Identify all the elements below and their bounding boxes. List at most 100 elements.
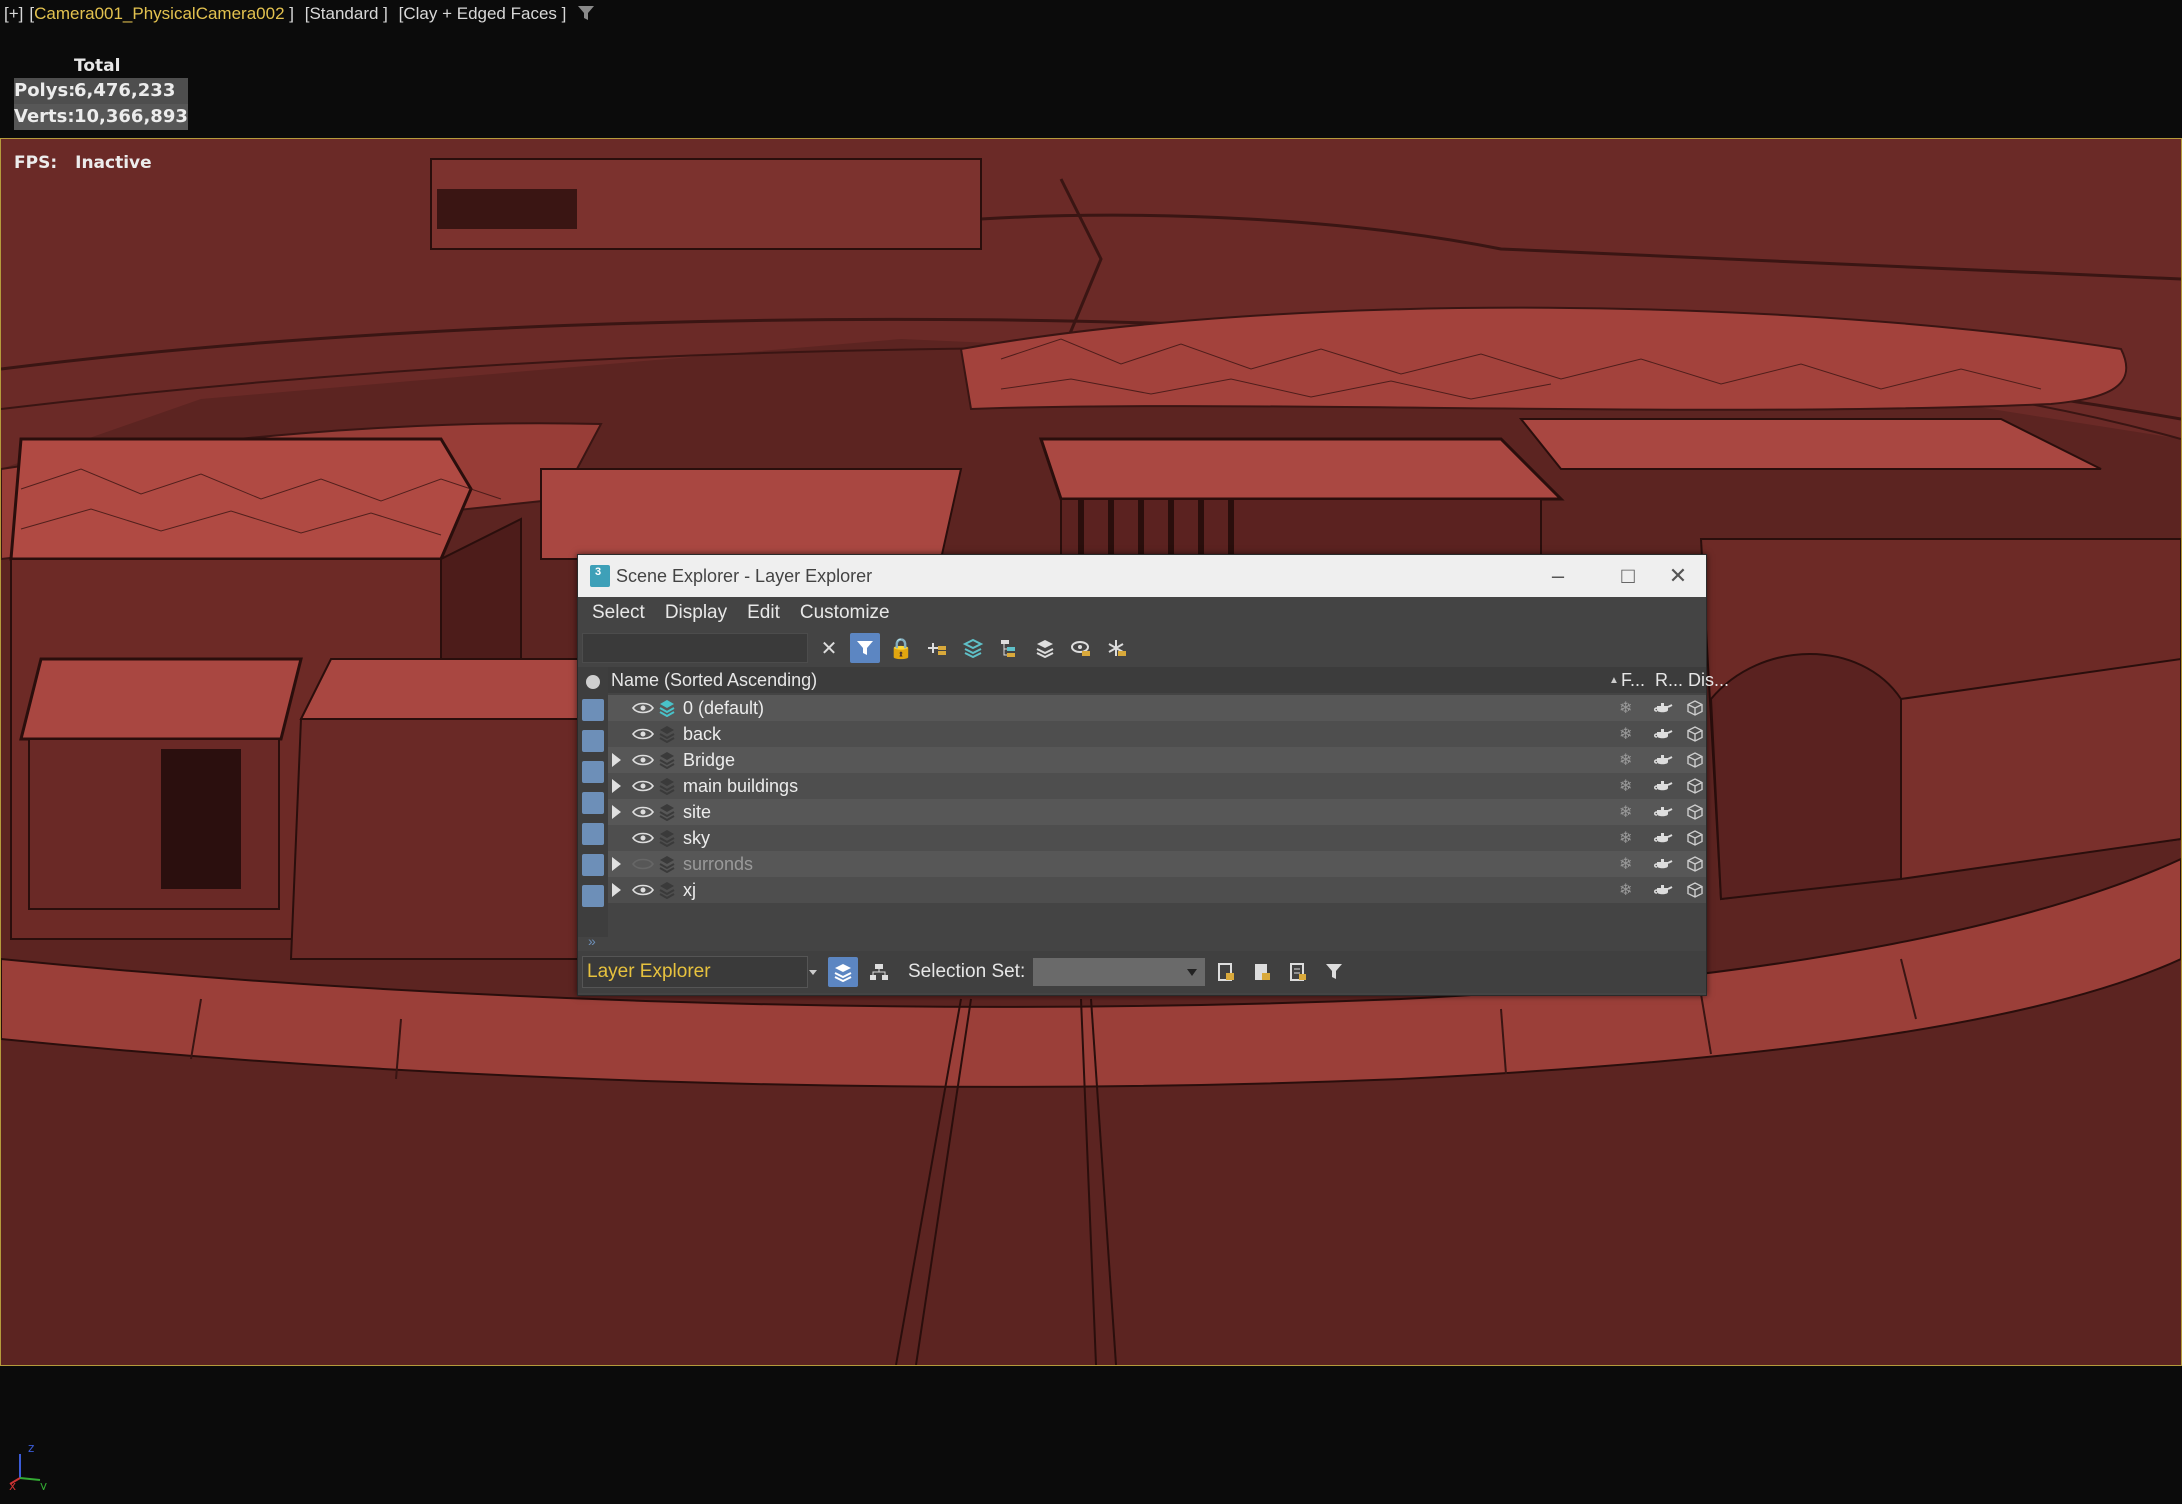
- layer-icon[interactable]: [658, 777, 676, 795]
- visibility-eye-icon[interactable]: [632, 883, 654, 897]
- freeze-snowflake-icon[interactable]: ❄: [1619, 776, 1632, 796]
- visibility-eye-icon[interactable]: [632, 857, 654, 871]
- menu-edit[interactable]: Edit: [747, 602, 780, 624]
- display-box-icon[interactable]: [1686, 855, 1704, 873]
- layer-name[interactable]: site: [683, 802, 711, 823]
- display-all-icon[interactable]: [586, 675, 600, 689]
- display-spacewarps-icon[interactable]: [582, 823, 604, 845]
- edit-selection-set-icon[interactable]: [1283, 957, 1313, 987]
- lock-icon[interactable]: 🔒: [886, 633, 916, 663]
- layers-icon[interactable]: [1030, 633, 1060, 663]
- render-teapot-icon[interactable]: [1653, 883, 1673, 897]
- layer-icon[interactable]: [658, 803, 676, 821]
- display-box-icon[interactable]: [1686, 751, 1704, 769]
- layer-icon[interactable]: [658, 855, 676, 873]
- window-titlebar[interactable]: Scene Explorer - Layer Explorer – □ ✕: [578, 555, 1706, 597]
- expand-arrow-icon[interactable]: [612, 857, 621, 871]
- render-teapot-icon[interactable]: [1653, 727, 1673, 741]
- layer-icon[interactable]: [658, 751, 676, 769]
- minimize-button[interactable]: –: [1528, 555, 1588, 597]
- display-box-icon[interactable]: [1686, 699, 1704, 717]
- layer-name[interactable]: Bridge: [683, 750, 735, 771]
- viewport-camera-label[interactable]: Camera001_PhysicalCamera002: [34, 4, 284, 23]
- layer-name[interactable]: surronds: [683, 854, 753, 875]
- render-teapot-icon[interactable]: [1653, 779, 1673, 793]
- display-box-icon[interactable]: [1686, 725, 1704, 743]
- render-teapot-icon[interactable]: [1653, 805, 1673, 819]
- add-layer-icon[interactable]: [922, 633, 952, 663]
- sort-by-hierarchy-icon[interactable]: [864, 957, 894, 987]
- layer-row[interactable]: 0 (default) ❄: [608, 695, 1706, 721]
- display-cameras-icon[interactable]: [582, 761, 604, 783]
- display-lights-icon[interactable]: [582, 730, 604, 752]
- display-groups-icon[interactable]: [582, 854, 604, 876]
- expand-arrow-icon[interactable]: [612, 805, 621, 819]
- selection-set-dropdown[interactable]: [1033, 958, 1206, 986]
- layer-name[interactable]: xj: [683, 880, 696, 901]
- open-selection-set-icon[interactable]: [1247, 957, 1277, 987]
- sort-by-layer-icon[interactable]: [828, 957, 858, 987]
- name-column-header[interactable]: Name (Sorted Ascending): [611, 670, 817, 691]
- filter-options-icon[interactable]: [1319, 957, 1349, 987]
- visibility-eye-icon[interactable]: [632, 727, 654, 741]
- display-xrefs-icon[interactable]: [582, 885, 604, 907]
- display-box-icon[interactable]: [1686, 803, 1704, 821]
- search-input[interactable]: [582, 633, 808, 663]
- freeze-column-header[interactable]: F...: [1621, 670, 1645, 691]
- freeze-snowflake-icon[interactable]: ❄: [1619, 854, 1632, 874]
- expand-arrow-icon[interactable]: [612, 883, 621, 897]
- viewport-filter-icon[interactable]: [577, 5, 595, 21]
- layer-name[interactable]: sky: [683, 828, 710, 849]
- freeze-snowflake-icon[interactable]: ❄: [1619, 698, 1632, 718]
- render-teapot-icon[interactable]: [1653, 831, 1673, 845]
- add-selection-to-layer-icon[interactable]: [958, 633, 988, 663]
- freeze-snowflake-icon[interactable]: ❄: [1619, 828, 1632, 848]
- explorer-type-select[interactable]: Layer Explorer: [582, 956, 817, 988]
- expand-arrow-icon[interactable]: [612, 779, 621, 793]
- menu-customize[interactable]: Customize: [800, 602, 890, 624]
- visibility-eye-icon[interactable]: [632, 831, 654, 845]
- visibility-eye-icon[interactable]: [632, 779, 654, 793]
- expand-arrow-icon[interactable]: [612, 753, 621, 767]
- display-geometry-icon[interactable]: [582, 699, 604, 721]
- layer-name[interactable]: 0 (default): [683, 698, 764, 719]
- layer-icon[interactable]: [658, 725, 676, 743]
- viewport-shading-label[interactable]: [Standard ]: [305, 4, 388, 23]
- display-box-icon[interactable]: [1686, 829, 1704, 847]
- layer-icon[interactable]: [658, 881, 676, 899]
- render-teapot-icon[interactable]: [1653, 857, 1673, 871]
- close-button[interactable]: ✕: [1648, 555, 1708, 597]
- filter-toggle-icon[interactable]: [850, 633, 880, 663]
- render-teapot-icon[interactable]: [1653, 753, 1673, 767]
- layer-name[interactable]: back: [683, 724, 721, 745]
- freeze-snowflake-icon[interactable]: ❄: [1619, 750, 1632, 770]
- hide-layer-icon[interactable]: [1066, 633, 1096, 663]
- display-box-icon[interactable]: [1686, 777, 1704, 795]
- freeze-snowflake-icon[interactable]: ❄: [1619, 880, 1632, 900]
- viewport-style-label[interactable]: [Clay + Edged Faces ]: [399, 4, 567, 23]
- layer-name[interactable]: main buildings: [683, 776, 798, 797]
- layer-icon[interactable]: [658, 829, 676, 847]
- render-teapot-icon[interactable]: [1653, 701, 1673, 715]
- menu-display[interactable]: Display: [665, 602, 727, 624]
- layer-row[interactable]: xj ❄: [608, 877, 1706, 903]
- freeze-layer-icon[interactable]: [1102, 633, 1132, 663]
- layer-row[interactable]: sky ❄: [608, 825, 1706, 851]
- freeze-snowflake-icon[interactable]: ❄: [1619, 802, 1632, 822]
- layer-row[interactable]: main buildings ❄: [608, 773, 1706, 799]
- layer-row[interactable]: back ❄: [608, 721, 1706, 747]
- expand-panel-icon[interactable]: »: [588, 933, 596, 949]
- visibility-eye-icon[interactable]: [632, 805, 654, 819]
- save-selection-set-icon[interactable]: [1211, 957, 1241, 987]
- visibility-eye-icon[interactable]: [632, 753, 654, 767]
- visibility-eye-icon[interactable]: [632, 701, 654, 715]
- layer-row[interactable]: surronds ❄: [608, 851, 1706, 877]
- layer-row[interactable]: Bridge ❄: [608, 747, 1706, 773]
- viewport-menu-button[interactable]: [+]: [4, 4, 23, 23]
- display-column-header[interactable]: Dis...: [1688, 670, 1729, 691]
- clear-search-icon[interactable]: ✕: [814, 633, 844, 663]
- display-helpers-icon[interactable]: [582, 792, 604, 814]
- hierarchy-icon[interactable]: [994, 633, 1024, 663]
- column-header[interactable]: Name (Sorted Ascending) ▲ F... R... Dis.…: [608, 667, 1729, 693]
- freeze-snowflake-icon[interactable]: ❄: [1619, 724, 1632, 744]
